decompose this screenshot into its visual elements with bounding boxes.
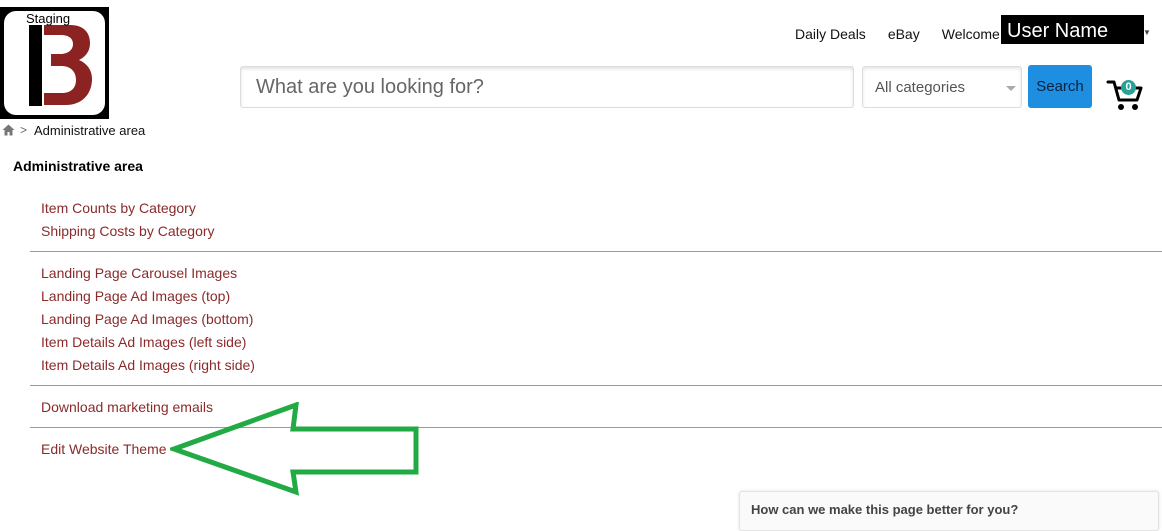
breadcrumb-separator: > [20,123,28,137]
search-button[interactable]: Search [1028,65,1092,108]
staging-badge: Staging [26,11,71,26]
admin-link-item-details-right[interactable]: Item Details Ad Images (right side) [41,356,255,374]
ebay-link[interactable]: eBay [888,26,920,42]
admin-link-ad-images-bottom[interactable]: Landing Page Ad Images (bottom) [41,310,253,328]
user-menu[interactable]: User Name [1001,15,1144,44]
category-select[interactable]: All categories [862,66,1022,108]
search-input[interactable] [240,66,854,108]
top-nav: Daily Deals eBay Welcome, [795,23,1006,45]
category-select-value: All categories [875,79,966,96]
admin-link-edit-theme[interactable]: Edit Website Theme [41,440,167,458]
admin-link-carousel-images[interactable]: Landing Page Carousel Images [41,264,237,282]
chevron-down-icon[interactable]: ▼ [1143,28,1151,37]
page-title: Administrative area [13,158,143,174]
admin-link-item-details-left[interactable]: Item Details Ad Images (left side) [41,333,246,351]
chevron-down-icon [1006,86,1016,91]
site-logo[interactable]: Staging [0,7,109,119]
section-divider [30,385,1162,386]
admin-link-item-counts[interactable]: Item Counts by Category [41,199,196,217]
home-icon[interactable] [2,124,15,136]
section-divider [30,251,1162,252]
welcome-label: Welcome, [941,26,1004,42]
feedback-title: How can we make this page better for you… [751,502,1019,517]
daily-deals-link[interactable]: Daily Deals [795,26,866,42]
cart-count-badge: 0 [1121,80,1136,95]
breadcrumb-current: Administrative area [34,122,146,138]
green-arrow-icon [170,402,419,496]
breadcrumb: > Administrative area [2,122,145,138]
admin-link-shipping-costs[interactable]: Shipping Costs by Category [41,222,215,240]
admin-link-ad-images-top[interactable]: Landing Page Ad Images (top) [41,287,230,305]
feedback-panel[interactable]: How can we make this page better for you… [739,491,1159,531]
